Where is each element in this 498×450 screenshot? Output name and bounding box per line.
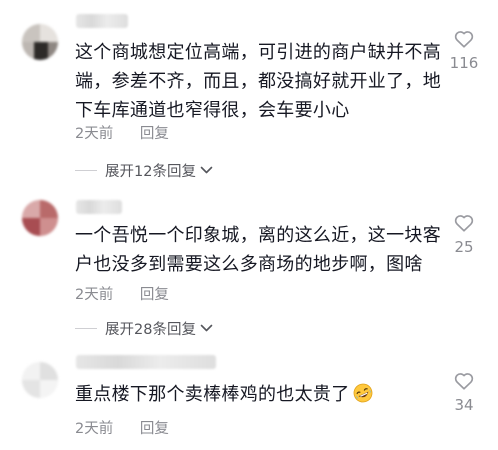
expand-replies-button[interactable]: 展开28条回复 xyxy=(75,318,213,338)
like-count: 25 xyxy=(454,238,474,256)
reply-button[interactable]: 回复 xyxy=(140,417,169,438)
username[interactable] xyxy=(76,355,216,369)
like-button[interactable]: 34 xyxy=(444,372,484,414)
divider-line xyxy=(75,327,97,329)
comment-text: 这个商城想定位高端，可引进的商户缺并不高端，参差不齐，而且，都没搞好就开业了，地… xyxy=(75,42,441,121)
comment-meta: 2天前 回复 xyxy=(75,122,169,143)
rofl-emoji-icon xyxy=(353,383,372,403)
comment-meta: 2天前 回复 xyxy=(75,417,169,438)
avatar[interactable] xyxy=(22,200,58,236)
comment-text-content: 重点楼下那个卖棒棒鸡的也太贵了 xyxy=(75,384,350,405)
username[interactable] xyxy=(76,14,128,28)
expand-replies-button[interactable]: 展开12条回复 xyxy=(75,160,213,180)
chevron-down-icon xyxy=(200,166,213,173)
timestamp: 2天前 xyxy=(75,421,114,437)
heart-outline-icon xyxy=(454,215,474,232)
timestamp: 2天前 xyxy=(75,287,114,303)
avatar[interactable] xyxy=(22,362,58,398)
avatar[interactable] xyxy=(22,24,58,60)
reply-button[interactable]: 回复 xyxy=(140,122,169,143)
like-count: 116 xyxy=(449,54,479,72)
chevron-down-icon xyxy=(200,324,213,331)
expand-replies-label: 展开12条回复 xyxy=(105,163,196,180)
like-button[interactable]: 116 xyxy=(444,30,484,72)
timestamp: 2天前 xyxy=(75,126,114,142)
like-button[interactable]: 25 xyxy=(444,214,484,256)
comment-meta: 2天前 回复 xyxy=(75,283,169,304)
username[interactable] xyxy=(76,200,122,214)
heart-outline-icon xyxy=(454,373,474,390)
comment-text: 重点楼下那个卖棒棒鸡的也太贵了 xyxy=(75,380,453,409)
heart-outline-icon xyxy=(454,31,474,48)
divider-line xyxy=(75,169,97,171)
comment-text: 一个吾悦一个印象城，离的这么近，这一块客户也没多到需要这么多商场的地步啊，图啥 xyxy=(75,225,441,275)
expand-replies-label: 展开28条回复 xyxy=(105,321,196,338)
like-count: 34 xyxy=(454,396,474,414)
reply-button[interactable]: 回复 xyxy=(140,283,169,304)
